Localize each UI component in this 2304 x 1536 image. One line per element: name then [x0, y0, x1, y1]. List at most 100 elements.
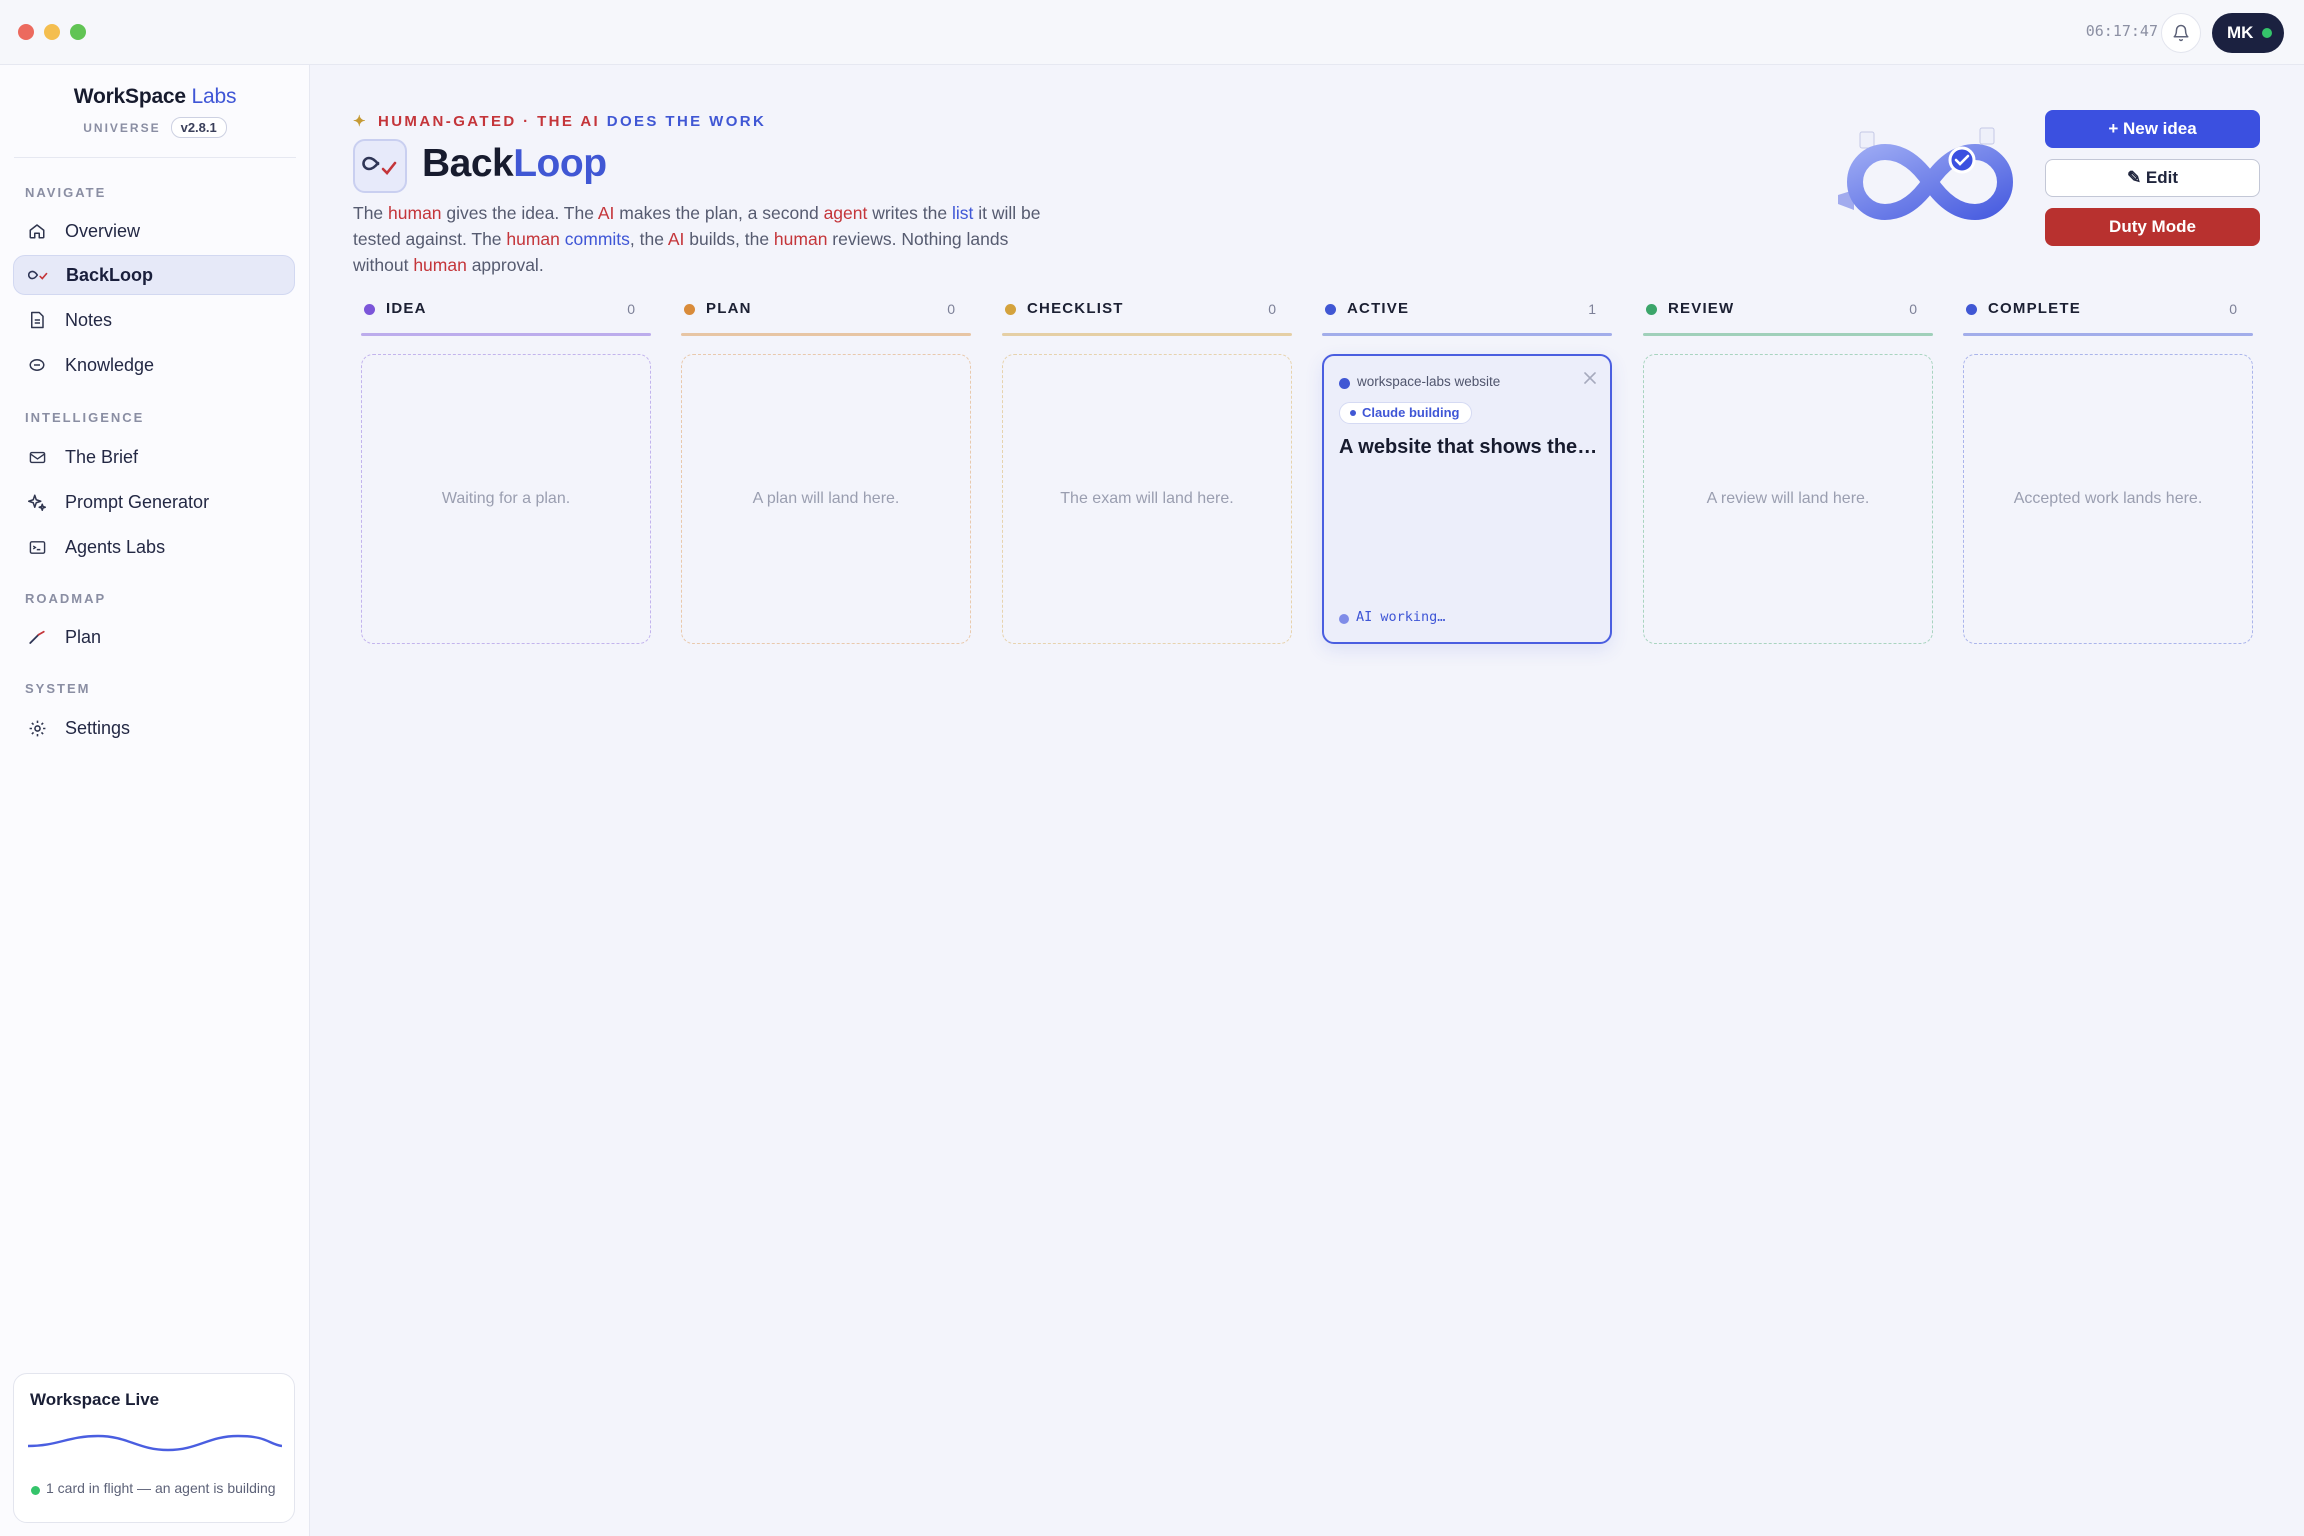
home-icon [27, 221, 47, 241]
column-dot [1325, 304, 1336, 315]
column-title: COMPLETE [1988, 300, 2081, 317]
title-bar: 06:17:47 MK [0, 0, 2304, 65]
sidebar-item-knowledge[interactable]: Knowledge [13, 345, 295, 385]
sidebar-item-prompt-generator[interactable]: Prompt Generator [13, 482, 295, 522]
desc-highlight: commits [564, 229, 630, 249]
column-underline [1002, 333, 1292, 336]
column-count: 0 [1909, 301, 1917, 317]
workspace-live-card: Workspace Live 1 card in flight — an age… [13, 1373, 295, 1523]
column-drop-zone[interactable]: A review will land here. [1643, 354, 1933, 644]
column-drop-zone[interactable]: Accepted work lands here. [1963, 354, 2253, 644]
close-icon[interactable] [1582, 370, 1598, 386]
column-header: CHECKLIST 0 [1002, 296, 1292, 336]
window-close-button[interactable] [18, 24, 34, 40]
column-count: 0 [627, 301, 635, 317]
column-header: PLAN 0 [681, 296, 971, 336]
card-project: workspace-labs website [1357, 374, 1501, 389]
sidebar-item-agents-labs[interactable]: Agents Labs [13, 527, 295, 567]
sparkle-icon [27, 492, 47, 512]
column-title: REVIEW [1668, 300, 1735, 317]
column-dot [1005, 304, 1016, 315]
brand-name: WorkSpace Labs [0, 85, 310, 109]
terminal-icon [27, 537, 47, 557]
brand-name-accent: Labs [191, 85, 237, 108]
mail-icon [27, 447, 47, 467]
activity-wave-graphic [28, 1434, 282, 1452]
desc-highlight: human [388, 203, 442, 223]
column-underline [1963, 333, 2253, 336]
desc-text: makes the plan, a second [614, 203, 824, 223]
desc-text: The [353, 203, 389, 223]
gear-icon [27, 718, 47, 738]
board-column-complete: COMPLETE 0 Accepted work lands here. [1963, 296, 2253, 644]
desc-highlight: agent [823, 203, 868, 223]
sidebar-item-label: Prompt Generator [65, 491, 210, 512]
column-header: COMPLETE 0 [1963, 296, 2253, 336]
empty-state-text: A review will land here. [1706, 490, 1870, 507]
brand: WorkSpace Labs UNIVERSE v2.8.1 [0, 85, 310, 138]
nav-section-roadmap: ROADMAP [25, 591, 107, 606]
page-title-primary: Back [422, 142, 514, 185]
column-drop-zone[interactable]: A plan will land here. [681, 354, 971, 644]
task-card[interactable]: workspace-labs website Claude building A… [1322, 354, 1612, 644]
backloop-logo [353, 139, 407, 193]
page-description: The human gives the idea. The AI makes t… [353, 200, 1053, 278]
card-title: A website that shows the … [1339, 436, 1601, 458]
desc-highlight: human [773, 229, 828, 249]
column-underline [681, 333, 971, 336]
sidebar-item-label: Settings [65, 717, 131, 738]
working-status-dot [1339, 614, 1349, 624]
column-drop-zone[interactable]: The exam will land here. [1002, 354, 1292, 644]
notifications-button[interactable] [2161, 13, 2201, 53]
column-title: IDEA [386, 300, 427, 317]
desc-text: , the [629, 229, 668, 249]
loop-check-icon [362, 156, 397, 175]
workspace-live-status: 1 card in flight — an agent is building [46, 1480, 276, 1496]
sidebar-item-label: Overview [65, 220, 141, 241]
sidebar-item-plan[interactable]: Plan [13, 617, 295, 657]
window-zoom-button[interactable] [70, 24, 86, 40]
desc-text: builds, the [684, 229, 774, 249]
eyebrow-post: DOES THE WORK [600, 113, 767, 130]
column-dot [1966, 304, 1977, 315]
agent-status-badge: Claude building [1339, 402, 1472, 424]
sidebar-item-label: Knowledge [65, 354, 155, 375]
empty-state-text: The exam will land here. [1060, 490, 1234, 507]
column-underline [1643, 333, 1933, 336]
nav-section-navigate: NAVIGATE [25, 185, 107, 200]
eyebrow-ai: AI [580, 113, 601, 130]
column-header: IDEA 0 [361, 296, 651, 336]
sidebar-item-label: BackLoop [66, 264, 154, 285]
brand-name-primary: WorkSpace [73, 85, 186, 108]
sidebar-item-backloop[interactable]: BackLoop [13, 255, 295, 295]
edit-button[interactable]: ✎ Edit [2045, 159, 2260, 197]
column-underline [361, 333, 651, 336]
sidebar-item-the-brief[interactable]: The Brief [13, 437, 295, 477]
sidebar-item-overview[interactable]: Overview [13, 211, 295, 251]
sidebar-item-settings[interactable]: Settings [13, 708, 295, 748]
column-header: ACTIVE 1 [1322, 296, 1612, 336]
column-dot [684, 304, 695, 315]
new-idea-button[interactable]: + New idea [2045, 110, 2260, 148]
column-count: 0 [1268, 301, 1276, 317]
sidebar-item-notes[interactable]: Notes [13, 300, 295, 340]
board-column-plan: PLAN 0 A plan will land here. [681, 296, 971, 644]
user-menu-button[interactable]: MK [2212, 13, 2284, 53]
note-icon [27, 310, 47, 330]
empty-state-text: A plan will land here. [752, 490, 900, 507]
brand-subtitle: UNIVERSE [83, 120, 161, 135]
column-count: 0 [2229, 301, 2237, 317]
desc-highlight: human [506, 229, 560, 249]
window-minimize-button[interactable] [44, 24, 60, 40]
duty-mode-button[interactable]: Duty Mode [2045, 208, 2260, 246]
online-status-dot [2262, 28, 2272, 38]
desc-text: approval. [466, 255, 544, 275]
column-title: CHECKLIST [1027, 300, 1124, 317]
sidebar: WorkSpace Labs UNIVERSE v2.8.1 NAVIGATE … [0, 65, 310, 1536]
board-column-review: REVIEW 0 A review will land here. [1643, 296, 1933, 644]
card-status: AI working… [1356, 609, 1446, 625]
divider [14, 157, 296, 158]
column-drop-zone[interactable]: Waiting for a plan. [361, 354, 651, 644]
nav-section-system: SYSTEM [25, 681, 91, 696]
nav-section-intelligence: INTELLIGENCE [25, 410, 145, 425]
